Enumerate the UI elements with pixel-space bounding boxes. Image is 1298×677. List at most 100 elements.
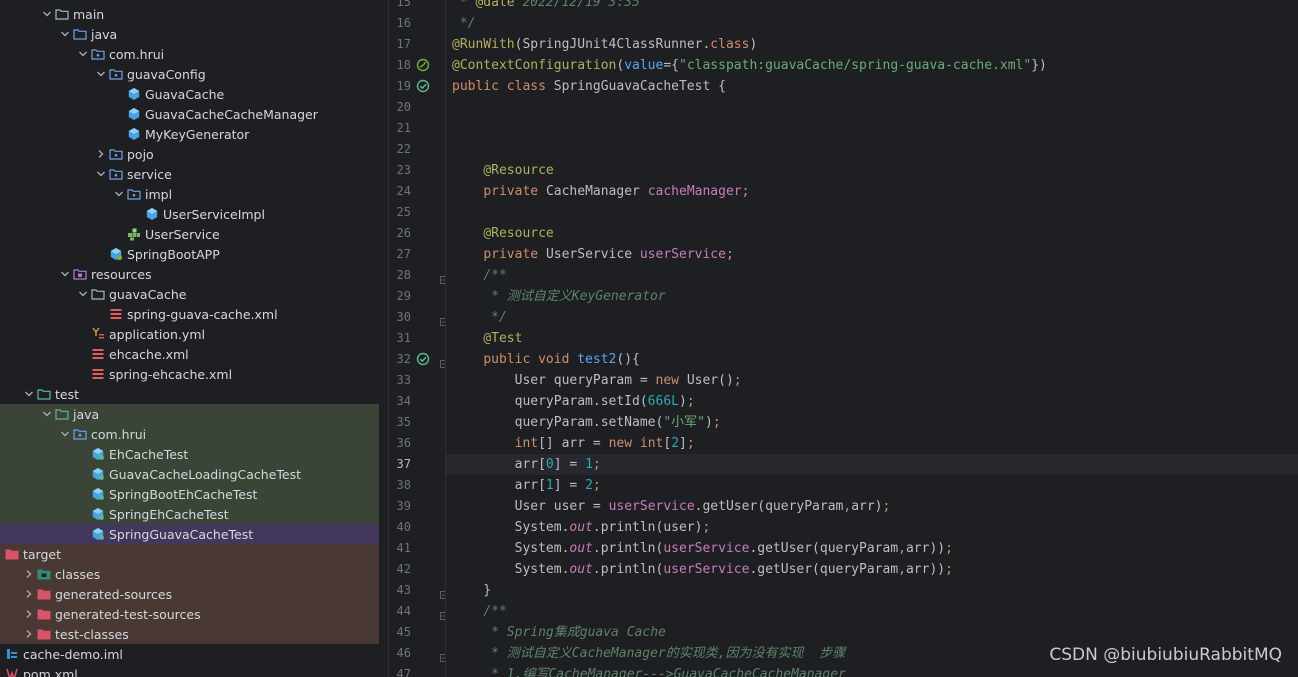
code-line[interactable]: @RunWith(SpringJUnit4ClassRunner.class) (446, 34, 1298, 55)
spring-bean-icon[interactable] (416, 58, 430, 72)
line-number[interactable]: 20 (390, 97, 411, 118)
line-number[interactable]: 26 (390, 223, 411, 244)
code-line[interactable]: */ (446, 307, 1298, 328)
line-number[interactable]: 43 (390, 580, 411, 601)
line-number[interactable]: 44 (390, 601, 411, 622)
tree-item[interactable]: java (0, 24, 379, 44)
chevron-right-icon[interactable] (22, 584, 36, 604)
chevron-down-icon[interactable] (40, 4, 54, 24)
code-line[interactable]: * 测试自定义KeyGenerator (446, 286, 1298, 307)
chevron-right-icon[interactable] (94, 144, 108, 164)
line-number[interactable]: 37 (390, 454, 411, 475)
chevron-down-icon[interactable] (112, 184, 126, 204)
code-line[interactable]: @Resource (446, 160, 1298, 181)
tree-item[interactable]: pom.xml (0, 664, 379, 677)
chevron-down-icon[interactable] (58, 264, 72, 284)
line-number[interactable]: 27 (390, 244, 411, 265)
line-number[interactable]: 23 (390, 160, 411, 181)
line-number[interactable]: 18 (390, 55, 411, 76)
line-number[interactable]: 34 (390, 391, 411, 412)
tree-item[interactable]: java (0, 404, 379, 424)
tree-item[interactable]: guavaCache (0, 284, 379, 304)
code-line[interactable]: User queryParam = new User(); (446, 370, 1298, 391)
tree-item[interactable]: test (0, 384, 379, 404)
tree-item[interactable]: MyKeyGenerator (0, 124, 379, 144)
line-number[interactable]: 46 (390, 643, 411, 664)
code-line[interactable]: System.out.println(user); (446, 517, 1298, 538)
line-number[interactable]: 16 (390, 13, 411, 34)
tree-item[interactable]: service (0, 164, 379, 184)
tree-item[interactable]: SpringGuavaCacheTest (0, 524, 379, 544)
line-number[interactable]: 15 (390, 0, 411, 13)
code-line[interactable]: /** (446, 265, 1298, 286)
chevron-down-icon[interactable] (58, 424, 72, 444)
chevron-right-icon[interactable] (22, 604, 36, 624)
code-line[interactable]: public void test2(){ (446, 349, 1298, 370)
tree-item[interactable]: classes (0, 564, 379, 584)
code-line[interactable]: System.out.println(userService.getUser(q… (446, 538, 1298, 559)
tree-item[interactable]: main (0, 4, 379, 24)
code-line[interactable]: private UserService userService; (446, 244, 1298, 265)
line-number[interactable]: 17 (390, 34, 411, 55)
code-line[interactable]: @Test (446, 328, 1298, 349)
code-line[interactable]: User user = userService.getUser(queryPar… (446, 496, 1298, 517)
chevron-down-icon[interactable] (40, 404, 54, 424)
line-number[interactable]: 39 (390, 496, 411, 517)
code-line[interactable]: /** (446, 601, 1298, 622)
tree-item[interactable]: impl (0, 184, 379, 204)
tree-item[interactable]: spring-ehcache.xml (0, 364, 379, 384)
line-number[interactable]: 31 (390, 328, 411, 349)
code-line[interactable]: System.out.println(userService.getUser(q… (446, 559, 1298, 580)
code-line[interactable]: queryParam.setId(666L); (446, 391, 1298, 412)
line-number[interactable]: 32 (390, 349, 411, 370)
tree-item[interactable]: pojo (0, 144, 379, 164)
tree-item[interactable]: SpringBootAPP (0, 244, 379, 264)
code-line[interactable]: */ (446, 13, 1298, 34)
tree-item[interactable]: GuavaCache (0, 84, 379, 104)
chevron-down-icon[interactable] (94, 164, 108, 184)
tree-item[interactable]: com.hrui (0, 424, 379, 444)
chevron-down-icon[interactable] (58, 24, 72, 44)
code-editor[interactable]: * @date 2022/12/19 3:35 */ @RunWith(Sprin… (446, 0, 1298, 677)
tree-item[interactable]: generated-test-sources (0, 604, 379, 624)
code-line[interactable]: * 1.编写CacheManager--->GuavaCacheCacheMan… (446, 664, 1298, 677)
tree-item[interactable]: SpringEhCacheTest (0, 504, 379, 524)
tree-item[interactable]: guavaConfig (0, 64, 379, 84)
line-number[interactable]: 25 (390, 202, 411, 223)
code-line[interactable]: queryParam.setName("小军"); (446, 412, 1298, 433)
tree-item[interactable]: spring-guava-cache.xml (0, 304, 379, 324)
code-line[interactable]: * @date 2022/12/19 3:35 (446, 0, 1298, 13)
chevron-down-icon[interactable] (76, 284, 90, 304)
code-line[interactable] (446, 118, 1298, 139)
tree-item[interactable]: GuavaCacheLoadingCacheTest (0, 464, 379, 484)
tree-item[interactable]: GuavaCacheCacheManager (0, 104, 379, 124)
code-line[interactable]: private CacheManager cacheManager; (446, 181, 1298, 202)
tree-item[interactable]: test-classes (0, 624, 379, 644)
code-line[interactable]: arr[1] = 2; (446, 475, 1298, 496)
line-number[interactable]: 22 (390, 139, 411, 160)
code-line[interactable] (446, 202, 1298, 223)
line-number[interactable]: 41 (390, 538, 411, 559)
tree-item[interactable]: UserServiceImpl (0, 204, 379, 224)
line-number[interactable]: 38 (390, 475, 411, 496)
line-number[interactable]: 24 (390, 181, 411, 202)
line-number[interactable]: 45 (390, 622, 411, 643)
line-number[interactable]: 21 (390, 118, 411, 139)
code-line[interactable]: @Resource (446, 223, 1298, 244)
chevron-down-icon[interactable] (22, 384, 36, 404)
code-line[interactable]: public class SpringGuavaCacheTest { (446, 76, 1298, 97)
line-number[interactable]: 33 (390, 370, 411, 391)
run-test-passed-icon[interactable] (416, 79, 430, 93)
tree-item[interactable]: SpringBootEhCacheTest (0, 484, 379, 504)
line-number[interactable]: 40 (390, 517, 411, 538)
code-line[interactable]: * Spring集成guava Cache (446, 622, 1298, 643)
tree-item[interactable]: cache-demo.iml (0, 644, 379, 664)
tree-item[interactable]: resources (0, 264, 379, 284)
tree-editor-splitter[interactable] (379, 0, 389, 677)
line-number[interactable]: 28 (390, 265, 411, 286)
line-number[interactable]: 19 (390, 76, 411, 97)
code-line[interactable] (446, 97, 1298, 118)
code-line[interactable]: } (446, 580, 1298, 601)
line-number[interactable]: 42 (390, 559, 411, 580)
tree-item[interactable]: generated-sources (0, 584, 379, 604)
